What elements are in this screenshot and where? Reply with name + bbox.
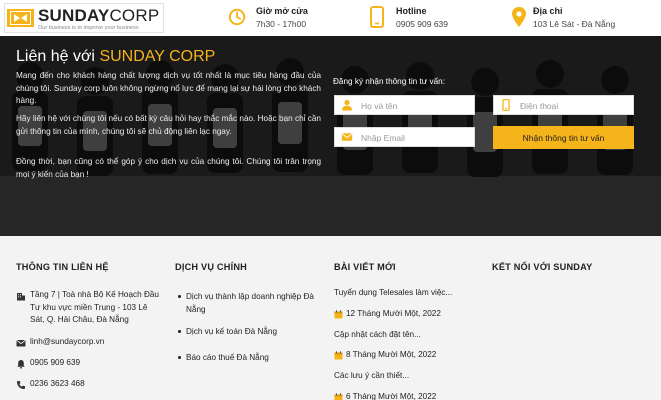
post-date-2: 8 Tháng Mười Một, 2022 (334, 350, 437, 360)
contact-phone-2[interactable]: 0236 3623 468 (16, 378, 161, 391)
submit-consult-button[interactable]: Nhận thông tin tư vấn (493, 126, 634, 149)
service-link-2-text[interactable]: Dịch vụ kế toán Đà Nẵng (186, 327, 277, 336)
telephone-icon (17, 381, 25, 389)
hero-paragraph-3: Đồng thời, bạn cũng có thể góp ý cho dịc… (16, 157, 321, 179)
service-link-1[interactable]: Dịch vụ thành lập doanh nghiệp Đà Nẵng (178, 290, 318, 316)
bullet-icon (178, 295, 181, 298)
calendar-icon (334, 393, 343, 400)
contact-email-text[interactable]: linh@sundaycorp.vn (16, 336, 161, 349)
phone-icon (370, 6, 384, 28)
latest-posts-heading: BÀI VIẾT MỚI (334, 262, 396, 272)
hotline-value[interactable]: 0905 909 639 (396, 19, 448, 29)
logo-tagline: Our business is to improve your business (38, 25, 139, 31)
logo-mark-icon (7, 9, 34, 27)
services-heading: DỊCH VỤ CHÍNH (175, 262, 248, 272)
bell-icon (17, 360, 25, 369)
contact-info-heading: THÔNG TIN LIÊN HỆ (16, 262, 109, 272)
post-date-3-text: 6 Tháng Mười Một, 2022 (346, 392, 437, 400)
post-date-1-text: 12 Tháng Mười Một, 2022 (346, 309, 441, 318)
location-pin-icon (512, 7, 526, 27)
address-value: 103 Lê Sát - Đà Nẵng (533, 19, 616, 29)
logo[interactable]: SUNDAYCORP Our business is to improve yo… (4, 3, 164, 33)
hero-paragraph-1: Mang đến cho khách hàng chất lượng dịch … (16, 71, 321, 105)
contact-hero: Liên hệ với SUNDAY CORP Mang đến cho khá… (0, 36, 661, 236)
email-input[interactable] (361, 130, 471, 145)
contact-phone-1-text[interactable]: 0905 909 639 (16, 357, 161, 370)
hero-title-brand: SUNDAY CORP (99, 48, 216, 65)
clock-icon (228, 8, 246, 26)
contact-address-text: Tầng 7 | Toà nhà Bộ Kế Hoạch Đầu Tư khu … (30, 290, 159, 324)
post-date-1: 12 Tháng Mười Một, 2022 (334, 309, 441, 319)
name-field[interactable] (334, 95, 475, 115)
top-header: SUNDAYCORP Our business is to improve yo… (0, 0, 661, 36)
contact-phone-2-text[interactable]: 0236 3623 468 (16, 378, 161, 391)
opening-hours-value: 7h30 - 17h00 (256, 19, 307, 29)
name-input[interactable] (361, 98, 471, 113)
bullet-icon (178, 330, 181, 333)
hero-title: Liên hệ với SUNDAY CORP (16, 48, 215, 66)
bullet-icon (178, 356, 181, 359)
service-link-1-text[interactable]: Dịch vụ thành lập doanh nghiệp Đà Nẵng (186, 292, 314, 314)
logo-name-bold: SUNDAY (38, 6, 110, 25)
post-date-2-text: 8 Tháng Mười Một, 2022 (346, 350, 437, 359)
service-link-3-text[interactable]: Báo cáo thuế Đà Nẵng (186, 353, 269, 362)
phone-field[interactable] (493, 95, 634, 115)
hero-title-prefix: Liên hệ với (16, 48, 100, 65)
user-icon (342, 99, 352, 111)
social-heading: KẾT NỐI VỚI SUNDAY (492, 262, 593, 272)
mobile-icon (502, 99, 510, 111)
consult-form-title: Đăng ký nhận thông tin tư vấn: (333, 77, 445, 86)
envelope-icon (16, 340, 26, 347)
post-title-1[interactable]: Tuyển dụng Telesales làm việc... (334, 288, 474, 297)
logo-name-thin: CORP (109, 6, 160, 25)
calendar-icon (334, 351, 343, 360)
service-link-2[interactable]: Dịch vụ kế toán Đà Nẵng (178, 325, 318, 338)
service-link-3[interactable]: Báo cáo thuế Đà Nẵng (178, 351, 318, 364)
post-title-3[interactable]: Các lưu ý cần thiết... (334, 371, 474, 380)
envelope-icon (341, 133, 353, 141)
footer: THÔNG TIN LIÊN HỆ DỊCH VỤ CHÍNH BÀI VIẾT… (0, 236, 661, 400)
logo-text: SUNDAYCORP (38, 6, 159, 26)
opening-hours-info: Giờ mở cửa 7h30 - 17h00 (228, 5, 338, 31)
post-title-2[interactable]: Cập nhật cách đặt tên... (334, 330, 474, 339)
opening-hours-title: Giờ mở cửa (256, 6, 308, 16)
contact-address: Tầng 7 | Toà nhà Bộ Kế Hoạch Đầu Tư khu … (16, 289, 161, 327)
address-title: Địa chỉ (533, 6, 563, 16)
address-info: Địa chỉ 103 Lê Sát - Đà Nẵng (510, 5, 650, 31)
post-date-3: 6 Tháng Mười Một, 2022 (334, 392, 436, 400)
building-icon (17, 293, 25, 301)
contact-email[interactable]: linh@sundaycorp.vn (16, 336, 161, 349)
hotline-info: Hotline 0905 909 639 (368, 5, 478, 31)
contact-phone-1[interactable]: 0905 909 639 (16, 357, 161, 370)
calendar-icon (334, 310, 343, 319)
email-field[interactable] (334, 127, 475, 147)
hotline-title: Hotline (396, 6, 427, 16)
hero-paragraph-2: Hãy liên hệ với chúng tôi nếu có bất kỳ … (16, 114, 321, 136)
phone-input[interactable] (520, 98, 630, 113)
